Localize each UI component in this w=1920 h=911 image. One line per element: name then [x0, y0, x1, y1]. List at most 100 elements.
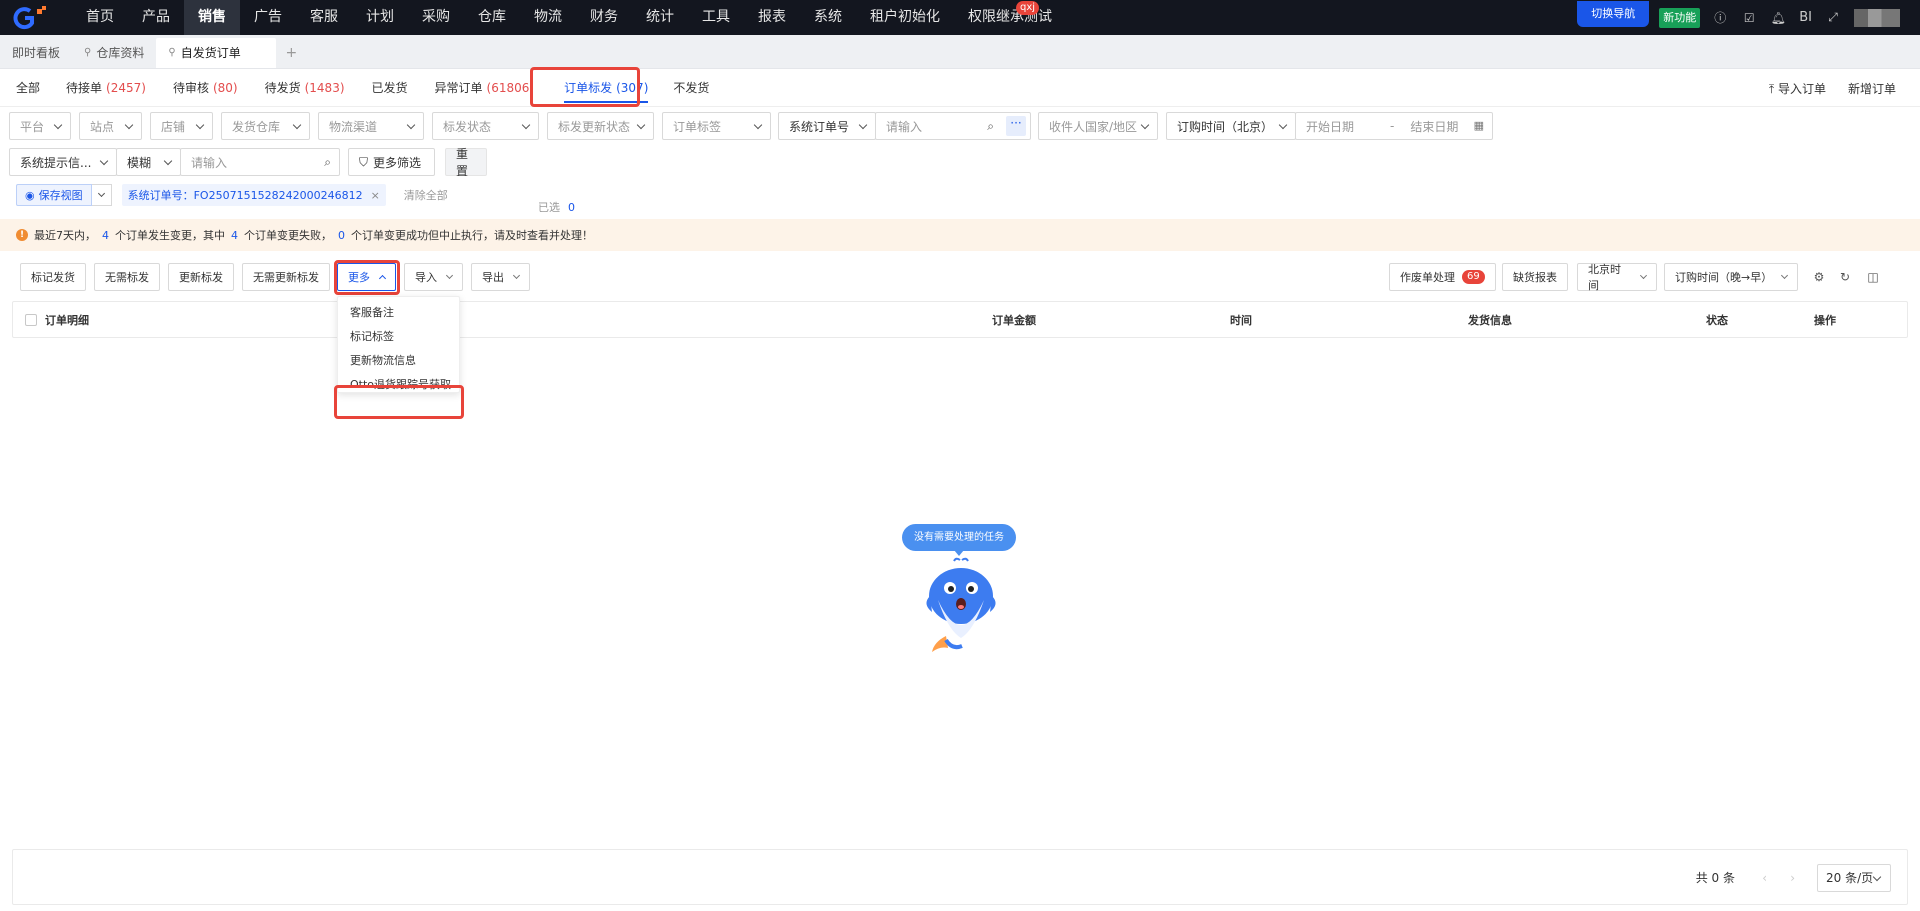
status-tab[interactable]: 异常订单 (61806)	[435, 69, 535, 107]
prev-page-icon[interactable]: ‹	[1762, 850, 1767, 906]
date-range-picker[interactable]: 开始日期 - 结束日期 ▦	[1295, 112, 1493, 140]
nav-item[interactable]: 产品	[128, 0, 184, 35]
platform-select[interactable]: 平台	[9, 112, 71, 140]
update-mark-button[interactable]: 更新标发	[168, 263, 234, 291]
save-view-dropdown[interactable]	[91, 184, 112, 206]
bell-icon[interactable]: 🔔︎	[1770, 10, 1786, 26]
next-page-icon[interactable]: ›	[1790, 850, 1795, 906]
column-time: 时间	[1230, 314, 1252, 327]
add-tab-icon[interactable]: +	[276, 38, 306, 68]
nav-item[interactable]: 权限继承测试	[954, 0, 1066, 35]
nav-item[interactable]: 租户初始化	[856, 0, 954, 35]
refresh-icon[interactable]: ↻	[1838, 270, 1852, 284]
nav-item[interactable]: 首页	[72, 0, 128, 35]
switch-nav-button[interactable]: 切换导航	[1577, 0, 1650, 27]
nav-item[interactable]: 广告	[240, 0, 296, 35]
page-tab-warehouse[interactable]: ⚲ 仓库资料	[72, 38, 156, 68]
platform-placeholder: 平台	[20, 119, 45, 134]
status-tab[interactable]: 不发货	[673, 69, 709, 107]
nav-item[interactable]: 物流	[520, 0, 576, 35]
mark-shipped-button[interactable]: 标记发货	[20, 263, 86, 291]
system-tip-select[interactable]: 系统提示信...	[9, 148, 117, 176]
more-filters-button[interactable]: ⛉ 更多筛选	[348, 148, 435, 176]
order-number-input[interactable]: 请输入 ⌕ ···	[875, 112, 1031, 140]
nav-item[interactable]: 仓库	[464, 0, 520, 35]
sort-select[interactable]: 订购时间（晚→早）	[1664, 263, 1798, 291]
reset-button[interactable]: 重置	[445, 147, 487, 178]
status-tab[interactable]: 待发货 (1483)	[265, 69, 345, 107]
user-badge: qxj	[1016, 1, 1040, 15]
no-update-mark-button[interactable]: 无需更新标发	[242, 263, 330, 291]
nav-item[interactable]: 报表	[744, 0, 800, 35]
page-tab-self-ship-orders[interactable]: ⚲ 自发货订单	[156, 38, 277, 68]
menu-item-mark-tag[interactable]: 标记标签	[338, 325, 459, 349]
save-view-button[interactable]: ◉ 保存视图	[16, 184, 92, 206]
import-dropdown-button[interactable]: 导入	[404, 263, 463, 291]
channel-select[interactable]: 物流渠道	[318, 112, 424, 140]
nav-item[interactable]: 系统	[800, 0, 856, 35]
menu-item-update-logistics[interactable]: 更新物流信息	[338, 349, 459, 373]
close-icon[interactable]: ×	[371, 189, 380, 202]
order-number-type-select[interactable]: 系统订单号	[778, 112, 876, 140]
order-number-type-value: 系统订单号	[789, 119, 850, 134]
end-date-placeholder[interactable]: 结束日期	[1410, 118, 1458, 135]
bi-link[interactable]: BI	[1799, 10, 1812, 25]
search-icon[interactable]: ⌕	[324, 155, 331, 170]
mark-status-select[interactable]: 标发状态	[432, 112, 539, 140]
no-mark-button[interactable]: 无需标发	[94, 263, 160, 291]
total-count: 共 0 条	[1695, 871, 1735, 885]
status-tab[interactable]: 已发货	[372, 69, 408, 107]
nav-item[interactable]: 计划	[352, 0, 408, 35]
nav-item[interactable]: 客服	[296, 0, 352, 35]
pin-icon[interactable]: ⚲	[84, 38, 91, 68]
page-size-select[interactable]: 20 条/页	[1817, 864, 1891, 892]
shortage-report-button[interactable]: 缺货报表	[1502, 263, 1568, 291]
notice-count-1[interactable]: 4	[102, 229, 109, 242]
nav-item[interactable]: 财务	[576, 0, 632, 35]
empty-message: 没有需要处理的任务	[902, 524, 1016, 556]
page-tab-dashboard[interactable]: 即时看板	[0, 38, 72, 68]
fullscreen-icon[interactable]: ⤢	[1825, 10, 1841, 26]
status-tab[interactable]: 全部	[16, 69, 40, 107]
filter-icon: ⛉	[359, 154, 369, 169]
status-tab-count: (61806)	[486, 80, 535, 95]
match-mode-select[interactable]: 模糊	[116, 148, 181, 176]
nav-item[interactable]: 销售	[184, 0, 240, 35]
status-tab[interactable]: 待接单 (2457)	[66, 69, 146, 107]
warehouse-select[interactable]: 发货仓库	[221, 112, 310, 140]
menu-item-service-note[interactable]: 客服备注	[338, 301, 459, 325]
calendar-check-icon[interactable]: ☑	[1741, 10, 1757, 26]
store-select[interactable]: 店铺	[150, 112, 213, 140]
start-date-placeholder[interactable]: 开始日期	[1306, 118, 1354, 135]
help-icon[interactable]: ⓘ	[1712, 10, 1728, 26]
logo[interactable]	[0, 0, 60, 35]
nav-item[interactable]: 采购	[408, 0, 464, 35]
export-dropdown-button[interactable]: 导出	[471, 263, 530, 291]
select-all-checkbox[interactable]	[25, 314, 37, 326]
order-tag-select[interactable]: 订单标签	[662, 112, 771, 140]
void-orders-button[interactable]: 作废单处理 69	[1389, 263, 1496, 291]
search-icon[interactable]: ⌕	[987, 119, 994, 134]
timezone-select[interactable]: 北京时间	[1577, 263, 1657, 292]
order-time-type-select[interactable]: 订购时间（北京）	[1166, 112, 1296, 140]
view-bar: ◉ 保存视图 系统订单号：FO250715152824200024681​2 × 清…	[16, 184, 448, 206]
site-select[interactable]: 站点	[79, 112, 142, 140]
avatar[interactable]	[1854, 8, 1900, 27]
clear-all-link[interactable]: 清除全部	[404, 187, 448, 203]
country-select[interactable]: 收件人国家/地区	[1038, 112, 1158, 140]
column-status: 状态	[1706, 314, 1728, 327]
keyword-input[interactable]: 请输入 ⌕	[180, 148, 340, 176]
status-tab[interactable]: 待审核 (80)	[173, 69, 238, 107]
notice-count-2[interactable]: 4	[231, 229, 238, 242]
nav-item[interactable]: 统计	[632, 0, 688, 35]
pin-icon[interactable]: ⚲	[168, 38, 175, 68]
columns-icon[interactable]: ◫	[1866, 270, 1880, 284]
settings-icon[interactable]: ⚙	[1812, 270, 1826, 284]
more-options-icon[interactable]: ···	[1006, 116, 1026, 136]
nav-item[interactable]: 工具	[688, 0, 744, 35]
create-order-button[interactable]: 新增订单	[1848, 80, 1896, 97]
mark-update-status-select[interactable]: 标发更新状态	[547, 112, 654, 140]
new-feature-button[interactable]: 新功能	[1659, 7, 1701, 28]
import-orders-button[interactable]: ⤒ 导入订单	[1769, 80, 1826, 97]
notice-count-3[interactable]: 0	[338, 229, 345, 242]
